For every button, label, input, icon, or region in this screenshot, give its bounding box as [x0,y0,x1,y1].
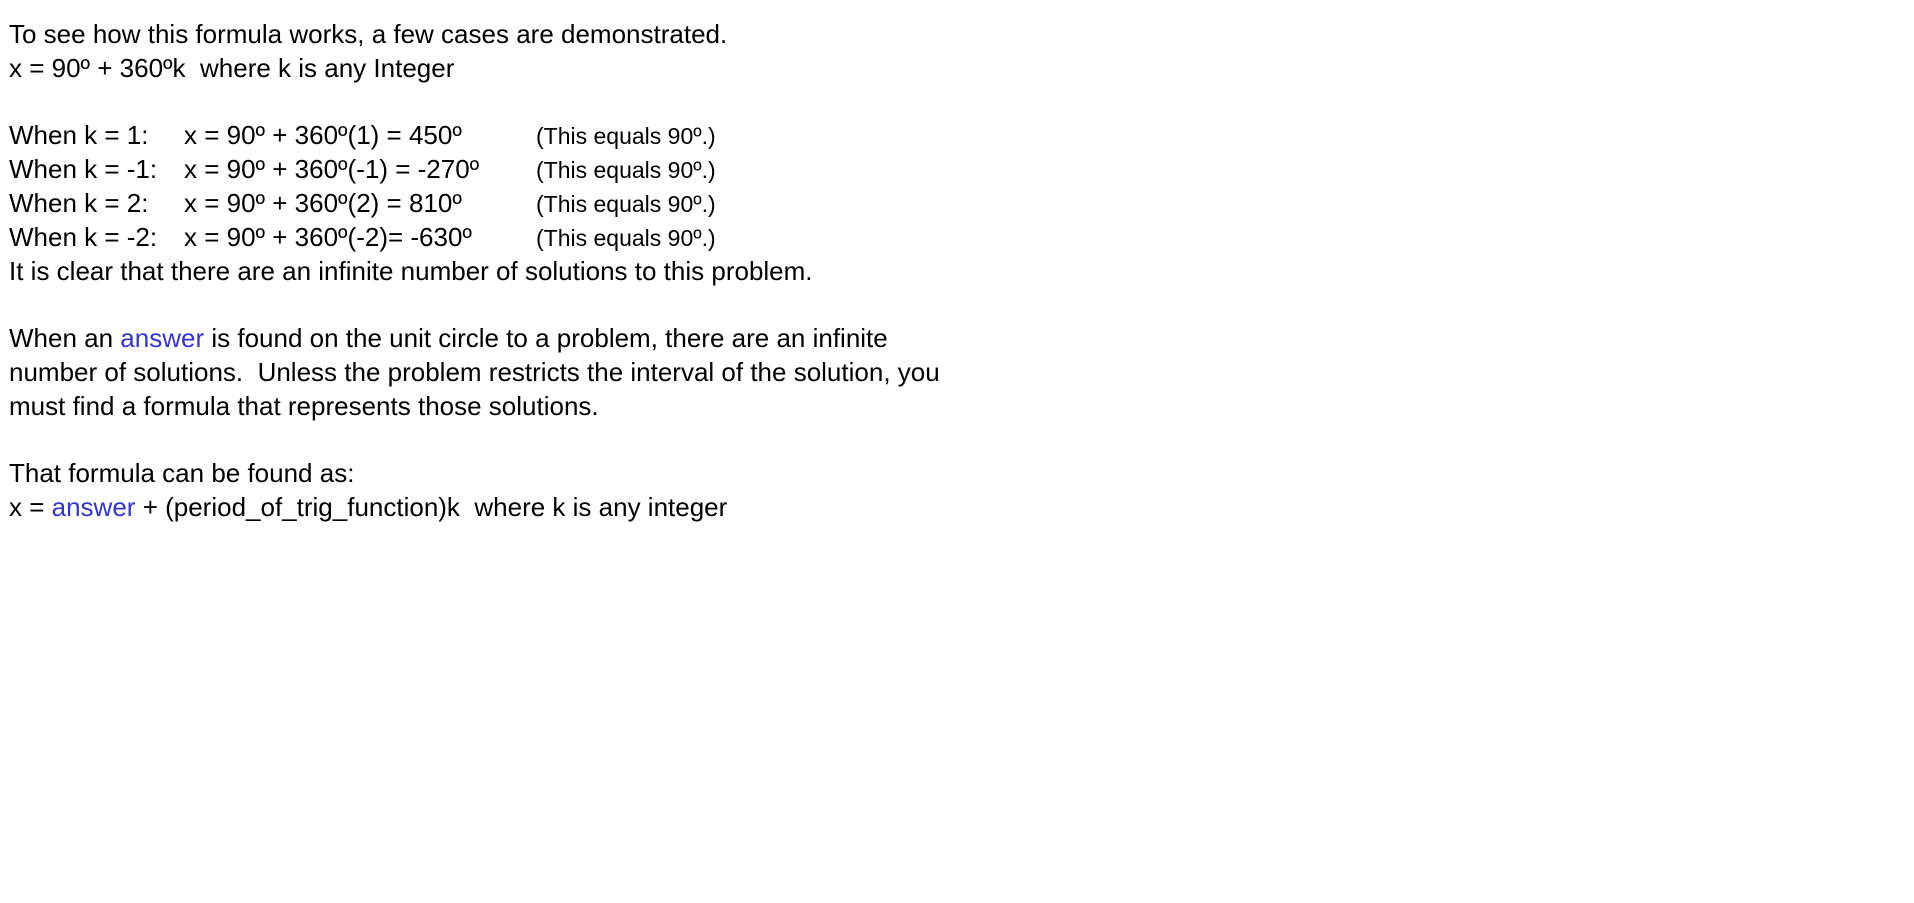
formula-text: + (period_of_trig_function)k where k is … [135,492,728,522]
paragraph-text: is found on the unit circle to a problem… [204,323,888,353]
conclusion-line: It is clear that there are an infinite n… [9,256,813,286]
case-label: When k = -1: [9,154,158,184]
answer-highlight: answer [51,492,136,522]
case-label: When k = -2: [9,222,158,252]
case-row: When k = -2: x = 90º + 360º(-2)= -630º (… [9,220,1899,254]
formula-text: x = [9,492,52,522]
document-body: To see how this formula works, a few cas… [9,17,1899,524]
answer-highlight: answer [120,323,205,353]
case-equation: x = 90º + 360º(-2)= -630º [184,222,472,252]
case-equation: x = 90º + 360º(1) = 450º [184,120,462,150]
case-note: (This equals 90º.) [536,123,716,149]
paragraph-line: When an answer is found on the unit circ… [9,321,1899,355]
case-note: (This equals 90º.) [536,191,716,217]
case-label: When k = 1: [9,120,149,150]
case-row: When k = 2: x = 90º + 360º(2) = 810º (Th… [9,186,1899,220]
paragraph-line: number of solutions. Unless the problem … [9,357,940,387]
formula-line: x = answer + (period_of_trig_function)k … [9,490,1899,524]
case-equation: x = 90º + 360º(-1) = -270º [184,154,480,184]
case-note: (This equals 90º.) [536,225,716,251]
general-formula: x = 90º + 360ºk where k is any Integer [9,53,455,83]
case-row: When k = -1: x = 90º + 360º(-1) = -270º … [9,152,1899,186]
paragraph-line: must find a formula that represents thos… [9,391,599,421]
intro-line: To see how this formula works, a few cas… [9,19,728,49]
case-equation: x = 90º + 360º(2) = 810º [184,188,462,218]
case-row: When k = 1: x = 90º + 360º(1) = 450º (Th… [9,118,1899,152]
case-note: (This equals 90º.) [536,157,716,183]
formula-intro: That formula can be found as: [9,458,355,488]
case-label: When k = 2: [9,188,149,218]
